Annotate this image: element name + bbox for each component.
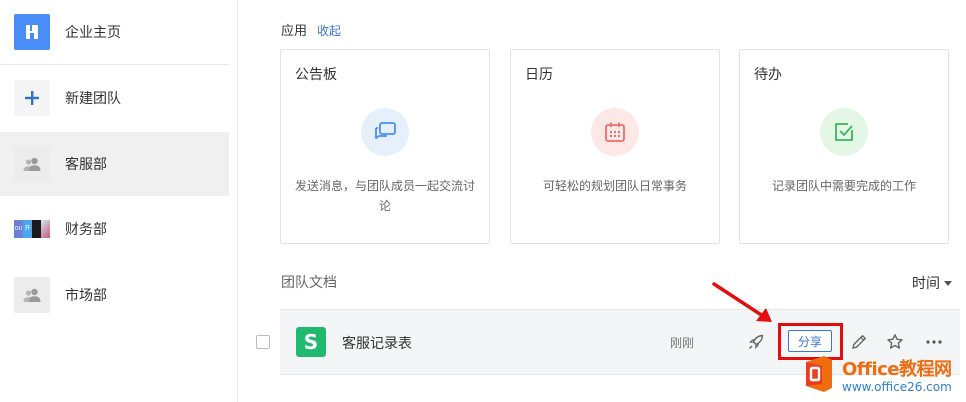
sidebar-item-label: 新建团队 (65, 91, 121, 107)
sidebar-item-label: 企业主页 (65, 25, 121, 41)
sidebar-item-label: 财务部 (65, 222, 107, 238)
spreadsheet-icon: S (296, 327, 326, 357)
app-card-calendar[interactable]: 日历 可轻松的规划团队日常事务 (510, 49, 720, 244)
more-icon[interactable] (924, 332, 944, 352)
app-card-bulletin[interactable]: 公告板 发送消息，与团队成员一起交流讨论 (280, 49, 490, 244)
card-title: 待办 (754, 67, 782, 83)
app-root: 企业主页 新建团队 客服部 OU 开启 财务部 市场部 应用 收起 公告板 发送… (0, 0, 966, 402)
watermark-url: www.office26.com (842, 380, 952, 394)
avatar-tile-text: 开启 (23, 220, 32, 247)
annotation-arrow-icon (712, 282, 772, 322)
doc-name[interactable]: 客服记录表 (342, 333, 412, 353)
sidebar-item-finance[interactable]: OU 开启 财务部 (0, 197, 229, 261)
sidebar-item-marketing[interactable]: 市场部 (0, 263, 229, 327)
sidebar-item-enterprise-home[interactable]: 企业主页 (0, 0, 229, 64)
sidebar-item-new-team[interactable]: 新建团队 (0, 66, 229, 130)
sidebar-divider (0, 64, 229, 65)
watermark: Office教程网 www.office26.com (800, 350, 966, 402)
apps-title: 应用 (281, 24, 308, 39)
pencil-icon[interactable] (849, 332, 869, 352)
spreadsheet-icon-letter: S (303, 330, 319, 354)
avatar-tile (32, 220, 41, 238)
collapse-link[interactable]: 收起 (317, 22, 341, 39)
team-icon (14, 277, 50, 313)
chat-bubbles-icon (361, 108, 409, 156)
sidebar: 企业主页 新建团队 客服部 OU 开启 财务部 市场部 (0, 0, 238, 402)
sort-label: 时间 (912, 276, 940, 292)
sidebar-item-label: 客服部 (65, 157, 107, 173)
card-description: 可轻松的规划团队日常事务 (542, 179, 687, 193)
card-description: 记录团队中需要完成的工作 (771, 179, 916, 193)
building-icon (14, 14, 50, 50)
checkbox-icon (820, 108, 868, 156)
office-logo-icon (806, 356, 832, 392)
card-description: 发送消息，与团队成员一起交流讨论 (294, 179, 475, 213)
caret-down-icon (944, 280, 952, 286)
team-docs-title: 团队文档 (281, 275, 337, 291)
avatar-tile (41, 220, 50, 238)
apps-header: 应用 收起 (281, 20, 341, 39)
card-title: 公告板 (295, 67, 337, 83)
watermark-title: Office教程网 (842, 359, 952, 380)
team-icon (14, 146, 50, 182)
plus-icon (14, 80, 50, 116)
star-icon[interactable] (885, 332, 905, 352)
doc-modified-time: 刚刚 (670, 336, 695, 350)
photo-mosaic-avatar: OU 开启 (14, 211, 50, 247)
share-button[interactable]: 分享 (788, 330, 832, 352)
rocket-icon[interactable] (746, 332, 766, 352)
sidebar-item-customer-service[interactable]: 客服部 (0, 132, 229, 196)
app-card-todo[interactable]: 待办 记录团队中需要完成的工作 (739, 49, 949, 244)
calendar-icon (591, 108, 639, 156)
sidebar-item-label: 市场部 (65, 288, 107, 304)
sort-dropdown[interactable]: 时间 (912, 273, 952, 293)
card-title: 日历 (525, 67, 553, 83)
avatar-tile: OU (14, 220, 23, 238)
doc-row-checkbox[interactable] (256, 335, 270, 349)
